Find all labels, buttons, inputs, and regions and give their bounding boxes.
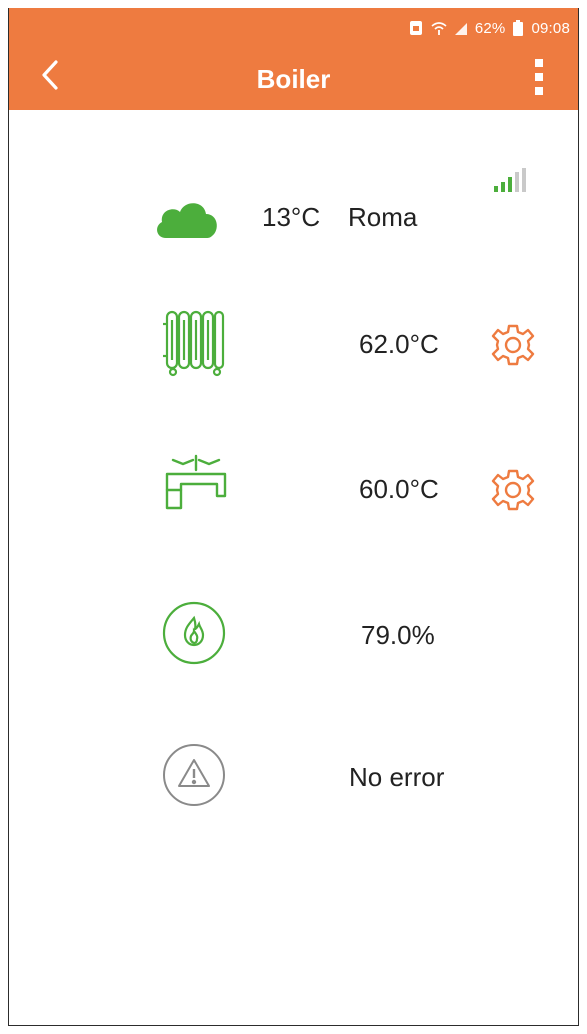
warning-icon xyxy=(159,740,229,810)
app-screen: 62% 09:08 Boiler 13°C Roma 62.0°C 60.0°C… xyxy=(8,8,579,1026)
hot-water-temperature: 60.0°C xyxy=(359,474,439,504)
weather-city: Roma xyxy=(348,202,418,232)
hot-water-settings-button[interactable] xyxy=(488,467,538,517)
signal-strength-icon xyxy=(492,168,528,199)
battery-percent: 62% xyxy=(474,19,506,37)
cloud-icon xyxy=(152,194,222,240)
back-button[interactable] xyxy=(33,59,67,95)
page-title: Boiler xyxy=(256,64,331,94)
heating-temperature: 62.0°C xyxy=(359,329,439,359)
app-header: 62% 09:08 Boiler xyxy=(9,8,578,110)
main-content: 13°C Roma 62.0°C 60.0°C 79.0% No error xyxy=(9,110,578,1025)
status-bar: 62% 09:08 xyxy=(409,18,570,38)
heating-settings-button[interactable] xyxy=(488,322,538,372)
error-status: No error xyxy=(349,762,445,792)
faucet-icon xyxy=(159,450,231,516)
more-vertical-icon xyxy=(533,57,545,102)
signal-icon xyxy=(454,21,467,35)
flame-icon xyxy=(159,598,229,668)
chevron-left-icon xyxy=(40,59,60,95)
overflow-menu-button[interactable] xyxy=(524,57,554,101)
battery-icon xyxy=(513,20,524,36)
clock: 09:08 xyxy=(531,19,570,37)
weather-temperature: 13°C xyxy=(262,202,321,232)
sim-icon xyxy=(409,20,423,36)
flame-modulation: 79.0% xyxy=(361,620,435,650)
gear-icon xyxy=(491,468,535,517)
radiator-icon xyxy=(161,308,227,378)
wifi-icon xyxy=(431,20,447,36)
gear-icon xyxy=(491,323,535,372)
